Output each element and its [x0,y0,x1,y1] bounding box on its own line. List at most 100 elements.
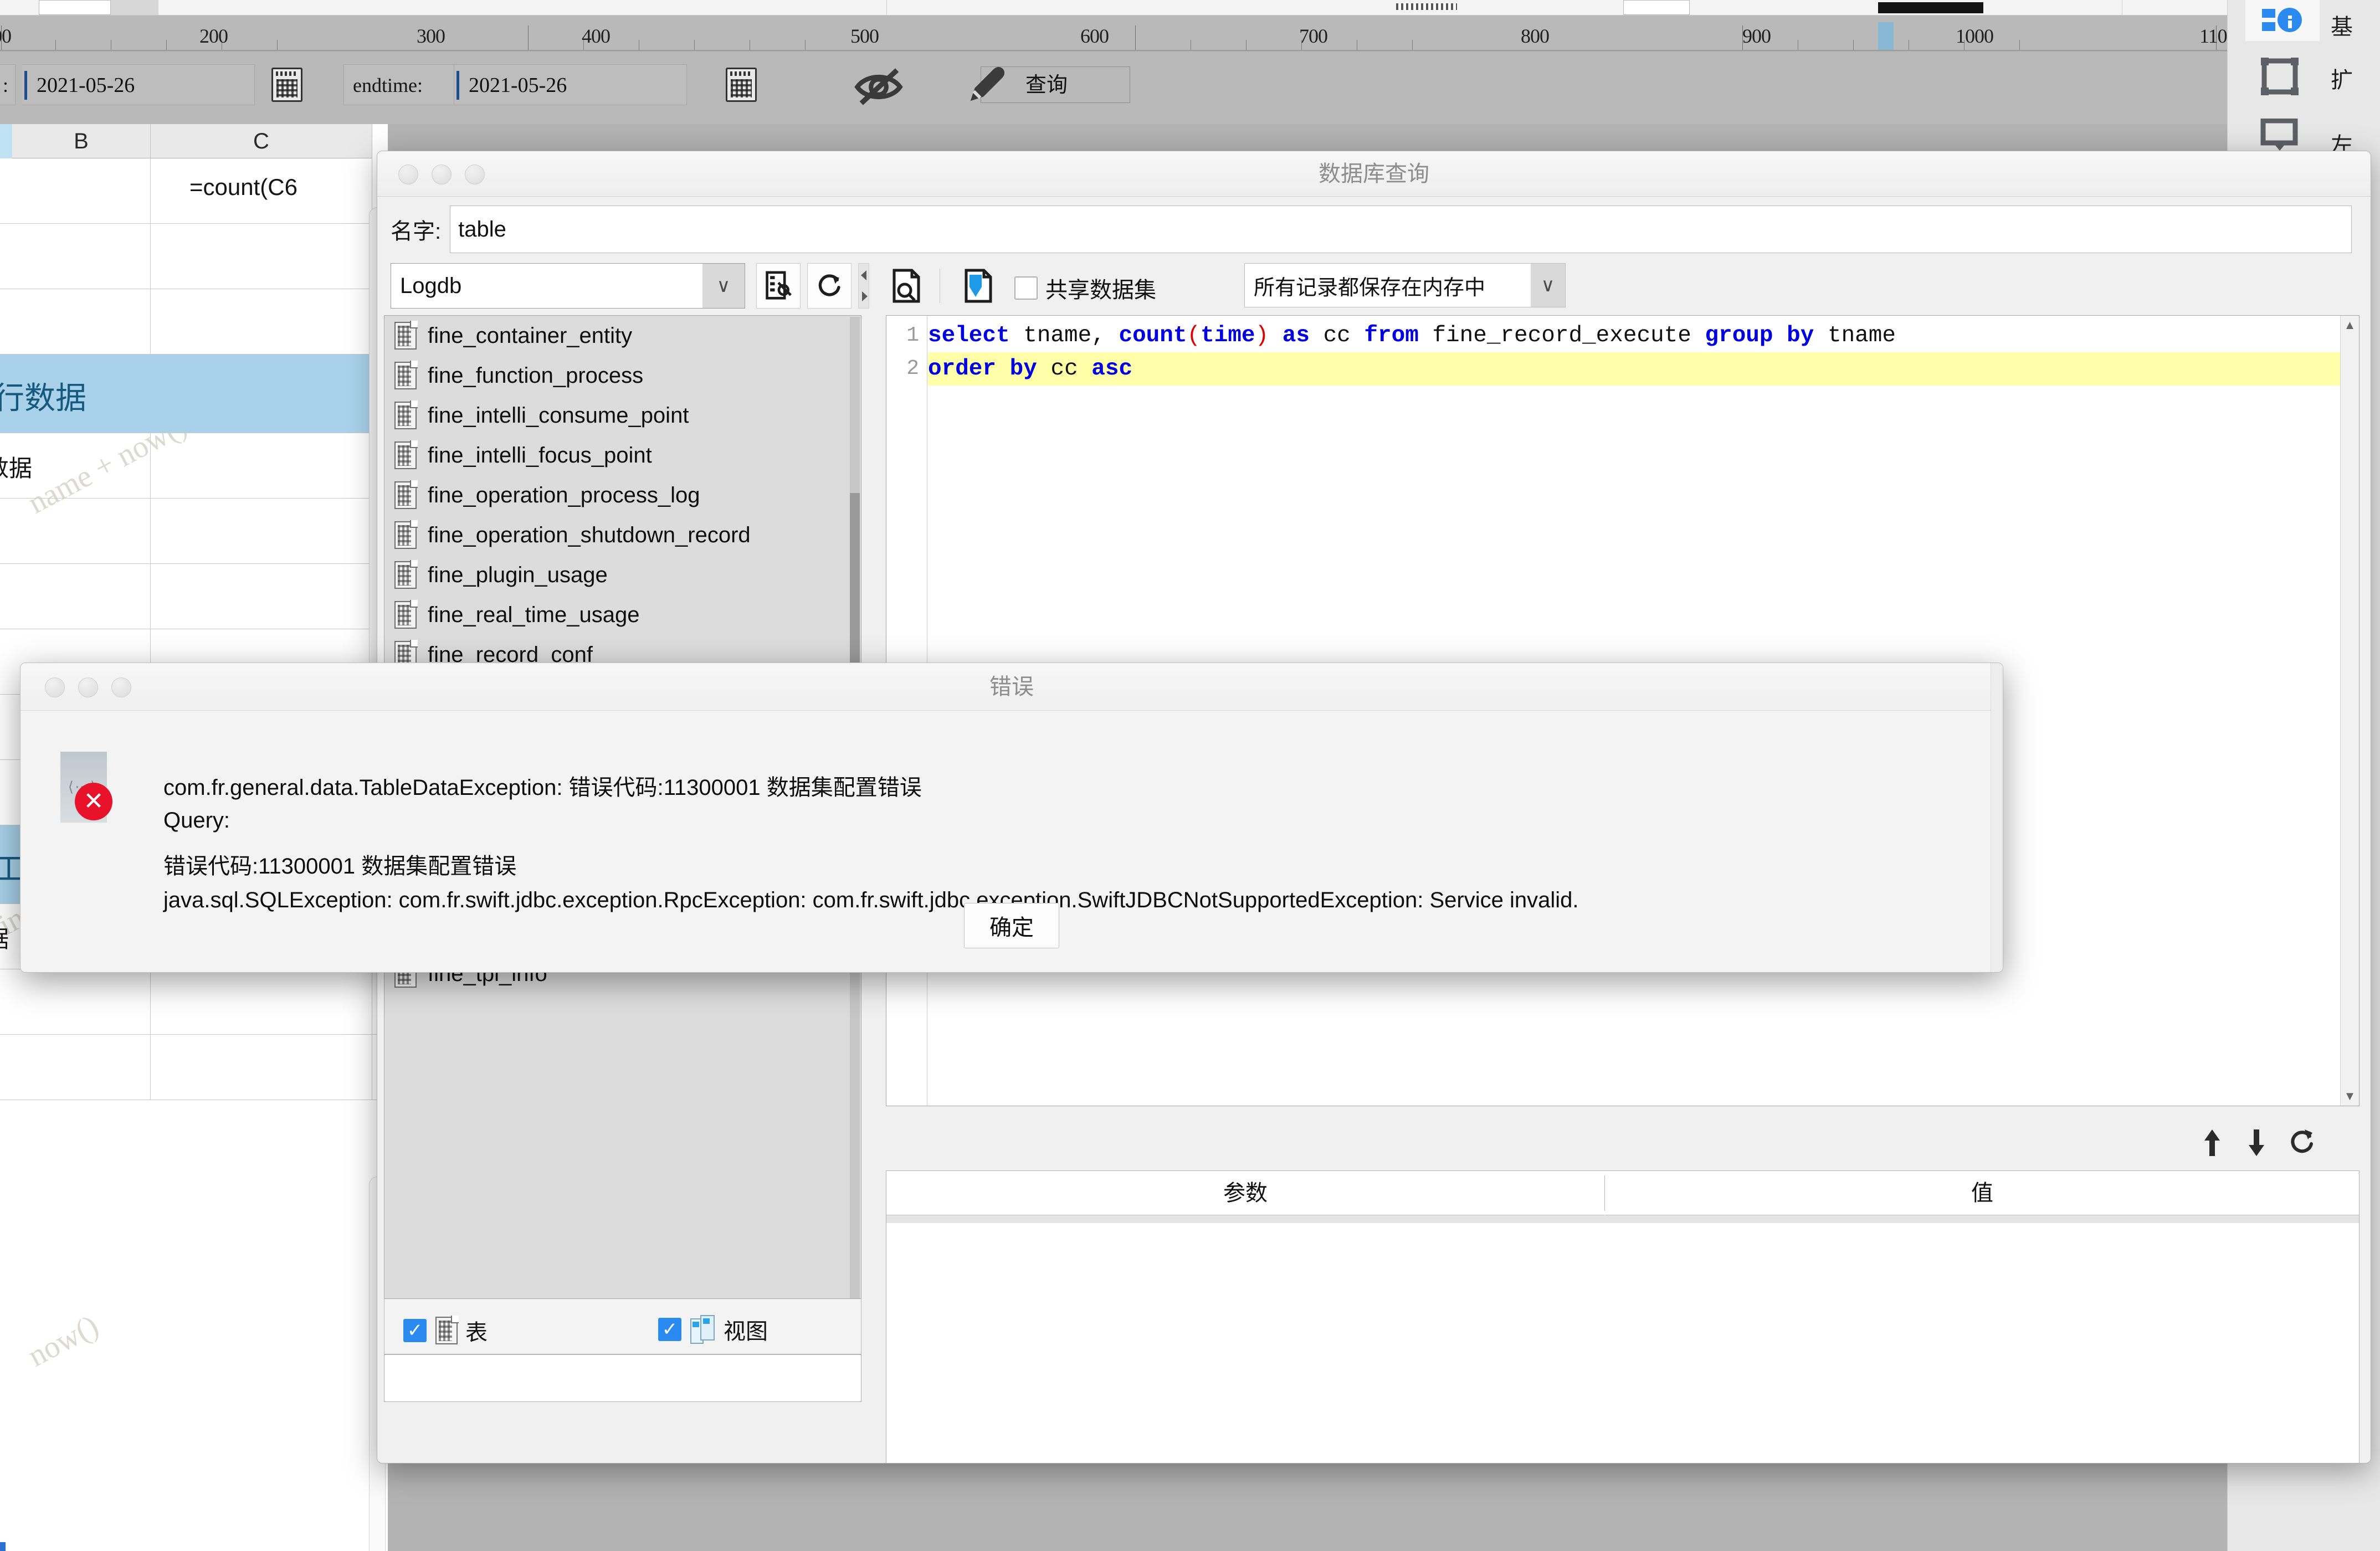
ruler-label: 1000 [1956,25,1994,47]
sheet-row[interactable] [0,969,388,1035]
table-list-item-label: fine_real_time_usage [428,602,640,627]
sheet-cell-b[interactable] [12,158,151,223]
align-left-icon[interactable] [2259,119,2301,152]
sidebar-label-basic: 基 [2331,15,2353,39]
sheet-cell-b[interactable] [12,224,151,289]
table-list-item[interactable]: fine_operation_shutdown_record [384,515,849,555]
sheet-cell-b[interactable] [12,969,151,1034]
horizontal-ruler[interactable]: 00 200 300 400 500 600 700 800 900 1000 … [0,16,2380,51]
sheet-cell-c[interactable] [151,969,372,1034]
dialog-title-bar[interactable]: 数据库查询 [377,151,2371,197]
edit-database-icon[interactable] [756,263,801,309]
preview-page-icon[interactable] [887,266,926,305]
filter-view-checkbox[interactable]: ✓ [658,1318,681,1341]
refresh-params-icon[interactable] [2289,1127,2313,1157]
sheet-cell-b[interactable] [12,1035,151,1100]
error-dialog-title: 错误 [989,675,1034,699]
table-list-item[interactable]: fine_intelli_focus_point [384,435,849,475]
chevron-down-icon[interactable]: ∨ [702,264,745,308]
table-list-item[interactable]: fine_plugin_usage [384,555,849,595]
sheet-cell-c[interactable] [151,289,372,354]
sheet-cell-c[interactable] [151,499,372,563]
sheet-cell-c[interactable] [151,433,372,498]
table-list-item[interactable]: fine_container_entity [384,316,849,356]
table-list-item[interactable]: fine_operation_process_log [384,475,849,515]
sheet-row[interactable]: =count(C6 [0,158,388,224]
sheet-cell-c[interactable] [151,224,372,289]
toolbar-white-field[interactable] [39,0,111,15]
table-doc-icon [394,600,418,629]
error-dialog-title-bar[interactable]: 错误 [20,663,2003,711]
sheet-cell-b[interactable] [12,499,151,563]
panel-splitter[interactable] [858,263,869,309]
endtime-input[interactable]: 2021-05-26 [454,64,687,105]
formula-icon[interactable] [959,266,998,305]
sheet-corner[interactable] [0,124,12,158]
calendar-icon[interactable] [271,68,302,102]
calendar-icon[interactable] [726,68,757,102]
toolbar-gray-swatch[interactable] [111,0,158,15]
sheet-cell-c[interactable] [151,355,372,433]
table-list-item-label: fine_plugin_usage [428,562,608,587]
parameter-table-subheader [886,1215,2359,1223]
sql-line-number: 1 [906,323,919,347]
refresh-icon[interactable] [807,263,852,309]
parameter-column-header[interactable]: 参数 [886,1171,1604,1215]
arrow-down-icon[interactable] [2244,1127,2269,1157]
sql-token: order [928,356,997,382]
filter-view-row[interactable]: ✓ 视图 [658,1313,768,1345]
table-doc-icon [394,520,418,549]
column-header-b[interactable]: B [12,124,151,158]
toolbar-color-black[interactable] [1878,2,1983,13]
chevron-down-icon[interactable]: ∨ [1531,264,1565,307]
sheet-cell-c[interactable] [151,1035,372,1100]
table-search-input[interactable] [384,1354,861,1402]
error-message-line: java.sql.SQLException: com.fr.swift.jdbc… [163,888,1579,912]
filter-table-checkbox[interactable]: ✓ [403,1319,427,1342]
table-doc-icon [394,321,418,350]
parameter-table[interactable]: 参数 值 [886,1170,2360,1463]
top-toolbar-strip [0,0,2380,16]
shared-dataset-label: 共享数据集 [1045,278,1156,302]
error-ok-button[interactable]: 确定 [964,903,1059,948]
ruler-label: 110 [2199,25,2228,47]
eye-slash-icon[interactable] [853,68,904,106]
sidebar-item-properties[interactable] [2245,0,2320,41]
sheet-row[interactable] [0,289,388,355]
table-list-item[interactable]: fine_intelli_consume_point [384,396,849,435]
scroll-up-arrow-icon[interactable]: ▲ [2341,316,2359,335]
filter-table-row[interactable]: ✓ 表 [403,1314,488,1347]
arrow-up-icon[interactable] [2200,1127,2224,1157]
sheet-row[interactable] [0,499,388,564]
column-header-c[interactable]: C [151,124,372,158]
sheet-row[interactable] [0,224,388,289]
sql-code-line[interactable]: select tname, count(time) as cc from fin… [928,319,2359,352]
table-list-item[interactable]: fine_function_process [384,356,849,396]
sheet-row[interactable]: 局数据 [0,433,388,499]
value-column-header[interactable]: 值 [1605,1171,2360,1215]
starttime-input[interactable]: 2021-05-26 [22,64,255,105]
sheet-row[interactable]: 运行数据 [0,355,388,433]
sheet-row[interactable] [0,1035,388,1100]
error-scrollbar[interactable] [1991,663,2003,972]
sheet-cell-b[interactable]: 运行数据 [0,355,151,433]
sql-code-line[interactable]: order by cc asc [928,352,2359,386]
sql-vertical-scrollbar[interactable]: ▲ ▼ [2340,316,2359,1106]
toolbar-fill-none[interactable] [1623,0,1690,15]
pencil-icon[interactable] [964,64,1007,107]
connection-select[interactable]: Logdb ∨ [391,263,745,309]
sheet-row[interactable] [0,564,388,629]
sheet-cell-c[interactable]: =count(C6 [151,158,372,223]
sheet-cell-b[interactable] [12,564,151,629]
sheet-cell-b[interactable] [12,289,151,354]
memory-mode-select[interactable]: 所有记录都保存在内存中 ∨ [1244,263,1566,307]
shared-dataset-checkbox[interactable] [1014,276,1038,300]
sheet-cell-c[interactable] [151,564,372,629]
scroll-down-arrow-icon[interactable]: ▼ [2341,1087,2359,1106]
sheet-cell-b[interactable]: 局数据 [0,433,151,498]
expand-frame-icon[interactable] [2259,55,2301,97]
toolbar-dotted-line-icon[interactable] [1396,3,1457,10]
name-input[interactable]: table [450,206,2352,253]
table-list-item[interactable]: fine_real_time_usage [384,595,849,635]
shared-dataset-checkbox-row[interactable]: 共享数据集 [1014,272,1156,304]
